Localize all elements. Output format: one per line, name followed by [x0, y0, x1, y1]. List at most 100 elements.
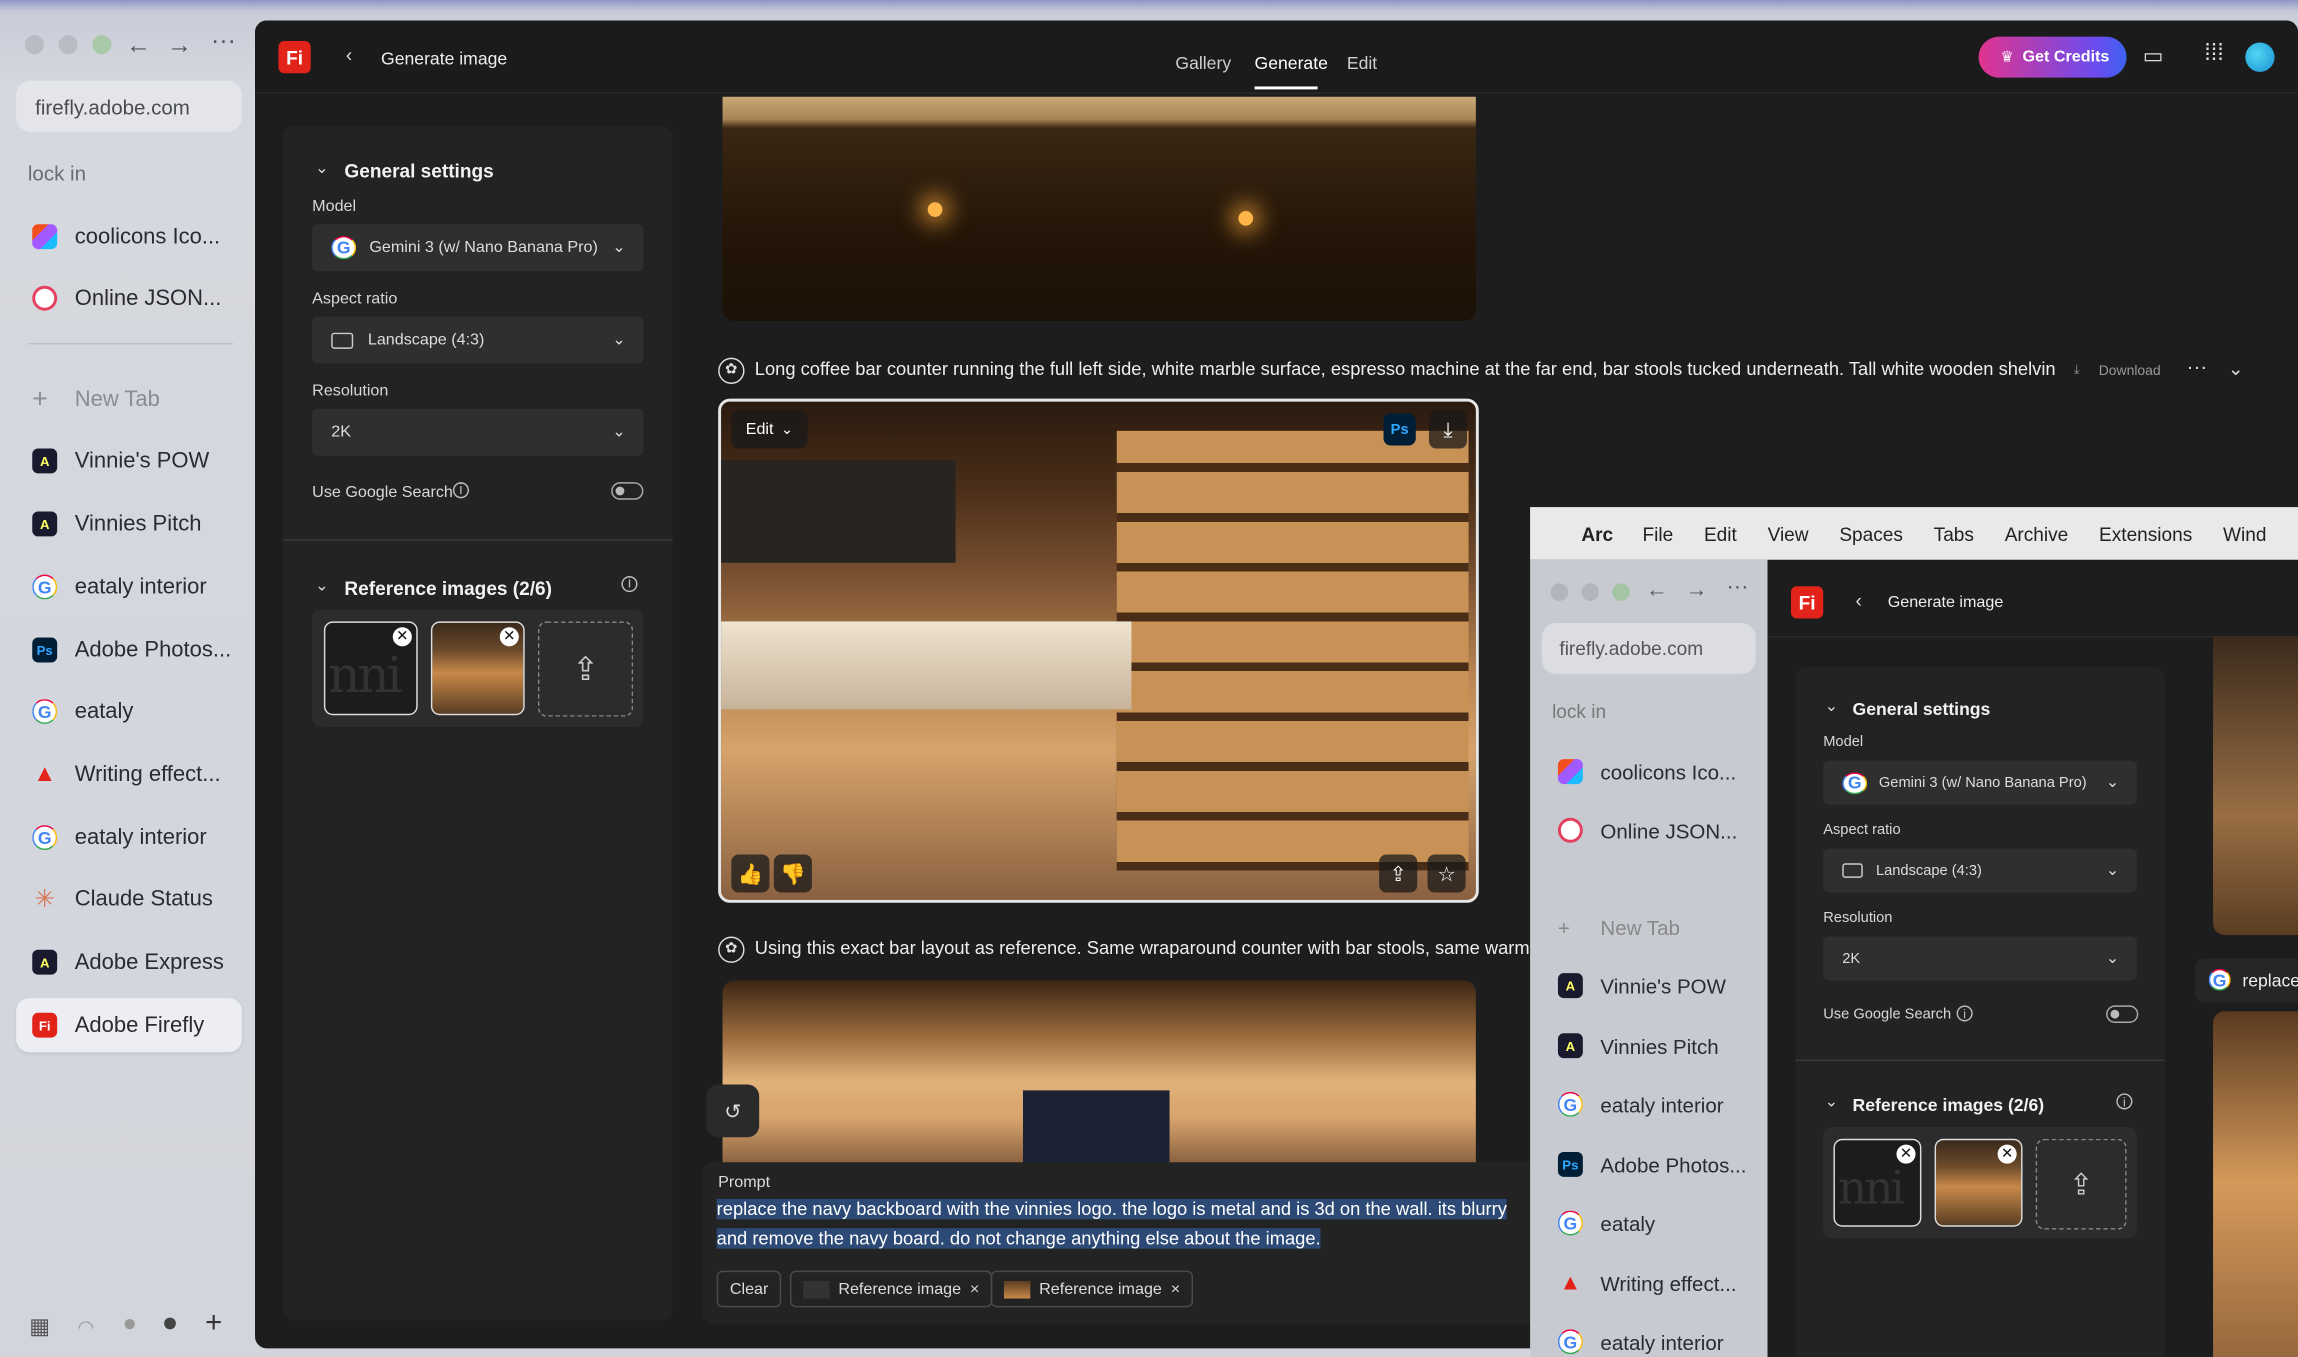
expand-chevron-icon[interactable]: ⌄	[2228, 358, 2244, 381]
history-button[interactable]: ↺	[706, 1084, 760, 1138]
prompt-input[interactable]: replace the navy backboard with the vinn…	[716, 1194, 1538, 1253]
tab-adobe-firefly[interactable]: Fi Adobe Firefly	[16, 998, 242, 1053]
menu-spaces[interactable]: Spaces	[1839, 522, 1903, 544]
tab-writing-effect[interactable]: ▲ Writing effect...	[16, 747, 242, 801]
nav-gallery[interactable]: Gallery	[1175, 53, 1231, 74]
thumbs-down-button[interactable]: 👎	[773, 854, 812, 893]
minimize-window-button[interactable]	[58, 35, 78, 55]
minimize-window-button[interactable]	[1581, 583, 1599, 601]
close-icon[interactable]: ×	[1171, 1280, 1180, 1298]
close-icon[interactable]: ×	[970, 1280, 979, 1298]
resolution-select[interactable]: 2K ⌄	[312, 408, 644, 456]
reference-image-cafe[interactable]: ✕	[430, 621, 525, 716]
close-window-button[interactable]	[1550, 583, 1569, 601]
reference-image-logo[interactable]: nni ✕	[323, 621, 418, 716]
archive-icon[interactable]: ▦	[29, 1313, 50, 1340]
back-arrow-icon[interactable]: ←	[126, 31, 151, 60]
edit-dropdown-button[interactable]: Edit ⌄	[731, 410, 808, 449]
url-bar[interactable]: firefly.adobe.com	[16, 80, 242, 132]
pinned-tab-coolicons[interactable]: coolicons Ico...	[1542, 745, 1756, 799]
favorite-button[interactable]: ☆	[1427, 854, 1466, 893]
info-icon[interactable]: i	[621, 575, 638, 593]
share-button[interactable]: ⇪	[1379, 854, 1418, 893]
nav-edit[interactable]: Edit	[1347, 53, 1377, 74]
generated-image-bottom[interactable]	[722, 980, 1476, 1164]
thumbs-up-button[interactable]: 👍	[731, 854, 770, 893]
tab-eataly-interior[interactable]: G eataly interior	[16, 560, 242, 614]
add-space-icon[interactable]: +	[205, 1307, 222, 1341]
download-icon[interactable]: ⤓	[2074, 362, 2080, 378]
reference-image-chip[interactable]: Reference image ×	[789, 1270, 993, 1308]
info-icon[interactable]: i	[2116, 1093, 2133, 1110]
tab-eataly[interactable]: Geataly	[1542, 1196, 1756, 1250]
tab-eataly-interior[interactable]: Geataly interior	[1542, 1077, 1756, 1131]
reference-image-logo[interactable]: nni ✕	[1833, 1138, 1922, 1227]
menu-edit[interactable]: Edit	[1704, 522, 1737, 544]
zoom-window-button[interactable]	[92, 35, 112, 55]
back-chevron-icon[interactable]: ‹	[346, 44, 352, 66]
aspect-ratio-select[interactable]: Landscape (4:3) ⌄	[312, 316, 644, 364]
more-options-icon[interactable]: ···	[211, 26, 236, 55]
tab-claude-status[interactable]: ✳ Claude Status	[16, 872, 242, 926]
more-icon[interactable]: ···	[2187, 355, 2208, 378]
generated-image-top[interactable]	[722, 96, 1476, 321]
download-button[interactable]: Download	[2099, 363, 2161, 379]
tab-adobe-photoshop[interactable]: Ps Adobe Photos...	[16, 623, 242, 677]
model-select[interactable]: G Gemini 3 (w/ Nano Banana Pro) ⌄	[312, 224, 644, 272]
feedback-icon[interactable]: ▭	[2143, 43, 2164, 69]
collapse-chevron-icon[interactable]: ⌄	[1825, 696, 1839, 716]
remove-reference-icon[interactable]: ✕	[392, 627, 412, 647]
reference-image-cafe[interactable]: ✕	[1934, 1138, 2023, 1227]
tab-vinnies-pow[interactable]: A Vinnie's POW	[1542, 959, 1756, 1013]
tab-eataly-interior-2[interactable]: G eataly interior	[16, 810, 242, 864]
collapse-chevron-icon[interactable]: ⌄	[315, 576, 329, 595]
model-select[interactable]: G Gemini 3 (w/ Nano Banana Pro) ⌄	[1823, 760, 2137, 805]
aspect-ratio-select[interactable]: Landscape (4:3) ⌄	[1823, 848, 2137, 893]
info-icon[interactable]: i	[452, 482, 469, 499]
remove-reference-icon[interactable]: ✕	[1896, 1144, 1916, 1164]
nav-generate[interactable]: Generate	[1255, 53, 1328, 74]
new-tab-button[interactable]: + New Tab	[1542, 900, 1756, 954]
firefly-logo[interactable]: Fi	[278, 41, 311, 74]
reference-image-chip[interactable]: Reference image ×	[990, 1270, 1194, 1308]
upload-reference-button[interactable]: ⇪	[537, 621, 634, 717]
info-icon[interactable]: i	[1956, 1005, 1973, 1022]
close-window-button[interactable]	[24, 35, 44, 55]
tab-vinnies-pitch[interactable]: A Vinnies Pitch	[1542, 1019, 1756, 1073]
download-image-button[interactable]: ⤓	[1428, 410, 1468, 449]
remove-reference-icon[interactable]: ✕	[499, 627, 519, 647]
apps-grid-icon[interactable]: ⁞⁞⁞	[2204, 41, 2224, 67]
photoshop-button[interactable]: Ps	[1383, 413, 1416, 446]
upload-reference-button[interactable]: ⇪	[2035, 1138, 2127, 1230]
tab-eataly-interior-2[interactable]: Geataly interior	[1542, 1315, 1756, 1357]
menu-file[interactable]: File	[1642, 522, 1673, 544]
pinned-tab-online-json[interactable]: Online JSON...	[1542, 803, 1756, 857]
tab-vinnies-pitch[interactable]: A Vinnies Pitch	[16, 497, 242, 551]
menu-view[interactable]: View	[1768, 522, 1809, 544]
google-search-toggle[interactable]	[611, 482, 644, 500]
forward-arrow-icon[interactable]: →	[1685, 577, 1707, 602]
pinned-tab-coolicons[interactable]: coolicons Ico...	[16, 210, 242, 264]
wifi-icon[interactable]: ◠	[78, 1316, 95, 1339]
tab-vinnies-pow[interactable]: A Vinnie's POW	[16, 434, 242, 488]
tab-writing-effect[interactable]: ▲ Writing effect...	[1542, 1256, 1756, 1310]
tab-adobe-photoshop[interactable]: Ps Adobe Photos...	[1542, 1137, 1756, 1191]
menu-window[interactable]: Wind	[2223, 522, 2266, 544]
collapse-chevron-icon[interactable]: ⌄	[315, 158, 329, 178]
mirror-generated-image[interactable]	[2213, 636, 2298, 936]
google-search-toggle[interactable]	[2106, 1005, 2139, 1023]
clear-button[interactable]: Clear	[716, 1270, 782, 1308]
pinned-tab-online-json[interactable]: Online JSON...	[16, 271, 242, 325]
selected-generated-image[interactable]: Edit ⌄ Ps ⤓ 👍 👎 ⇪ ☆	[718, 398, 1479, 903]
menu-extensions[interactable]: Extensions	[2099, 522, 2192, 544]
back-chevron-icon[interactable]: ‹	[1855, 589, 1861, 611]
space-dot-icon[interactable]	[124, 1319, 135, 1330]
space-dot-active-icon[interactable]	[164, 1317, 176, 1330]
forward-arrow-icon[interactable]: →	[167, 31, 192, 60]
remove-reference-icon[interactable]: ✕	[1997, 1144, 2017, 1164]
tab-eataly[interactable]: G eataly	[16, 684, 242, 738]
resolution-select[interactable]: 2K ⌄	[1823, 936, 2137, 981]
firefly-logo[interactable]: Fi	[1790, 586, 1824, 619]
avatar[interactable]	[2245, 42, 2275, 72]
collapse-chevron-icon[interactable]: ⌄	[1825, 1092, 1839, 1111]
